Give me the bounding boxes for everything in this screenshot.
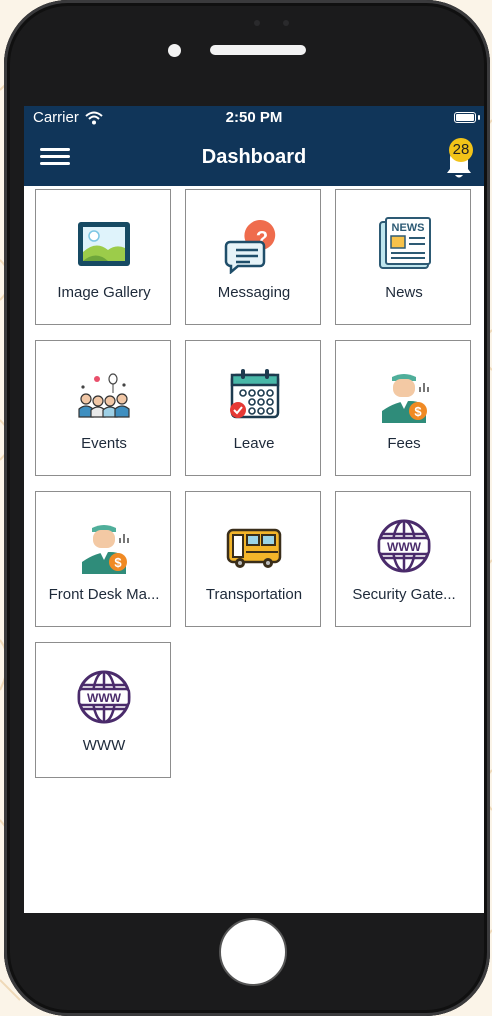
tile-label: Image Gallery: [57, 284, 151, 301]
tile-label: Fees: [387, 435, 421, 452]
tile-www[interactable]: WWW WWW: [35, 642, 171, 778]
status-bar: Carrier 2:50 PM: [24, 106, 484, 130]
tile-front-desk[interactable]: $ Front Desk Ma...: [35, 491, 171, 627]
tile-news[interactable]: NEWS News: [335, 189, 471, 325]
battery-tip: [478, 115, 480, 120]
tile-label: WWW: [82, 737, 126, 754]
status-time: 2:50 PM: [225, 109, 283, 126]
notifications-button[interactable]: 28: [442, 138, 476, 180]
battery-icon: [454, 112, 476, 123]
tile-label: Transportation: [205, 586, 303, 603]
front-camera: [168, 44, 181, 57]
tile-image-gallery[interactable]: Image Gallery: [35, 189, 171, 325]
nav-bar: Dashboard 28: [24, 130, 484, 186]
globe-www-icon: WWW: [77, 670, 131, 724]
bus-icon: [226, 528, 282, 568]
messaging-icon: ?: [224, 220, 276, 274]
news-icon-text: NEWS: [392, 222, 425, 234]
tile-label: Events: [81, 435, 127, 452]
notification-badge: 28: [449, 138, 473, 162]
svg-text:$: $: [414, 404, 422, 419]
leave-calendar-icon: [230, 369, 280, 419]
events-icon: [78, 373, 130, 418]
tile-label: News: [385, 284, 423, 301]
svg-text:$: $: [114, 555, 122, 570]
front-desk-icon: $: [82, 525, 129, 574]
tile-fees[interactable]: $ Fees: [335, 340, 471, 476]
app-screen: Carrier 2:50 PM Dashboard 28 Image Galle…: [24, 106, 484, 913]
sensor-dot: [254, 20, 260, 26]
tile-security-gate[interactable]: WWW Security Gate...: [335, 491, 471, 627]
tile-label: Security Gate...: [352, 586, 456, 603]
home-button[interactable]: [219, 918, 287, 986]
globe-www-icon: WWW: [377, 519, 431, 573]
www-icon-text: WWW: [387, 540, 422, 554]
image-gallery-icon: [78, 222, 130, 266]
tile-transportation[interactable]: Transportation: [185, 491, 321, 627]
www-icon-text: WWW: [87, 691, 122, 705]
tile-label: Front Desk Ma...: [48, 586, 160, 603]
tile-label: Leave: [233, 435, 275, 452]
tile-label: Messaging: [217, 284, 291, 301]
tile-events[interactable]: Events: [35, 340, 171, 476]
tile-messaging[interactable]: ? Messaging: [185, 189, 321, 325]
tile-leave[interactable]: Leave: [185, 340, 321, 476]
camera-dot: [283, 20, 289, 26]
news-icon: NEWS: [379, 217, 431, 269]
earpiece-speaker: [210, 45, 306, 55]
fees-icon: $: [382, 374, 429, 423]
page-title: Dashboard: [201, 146, 307, 168]
